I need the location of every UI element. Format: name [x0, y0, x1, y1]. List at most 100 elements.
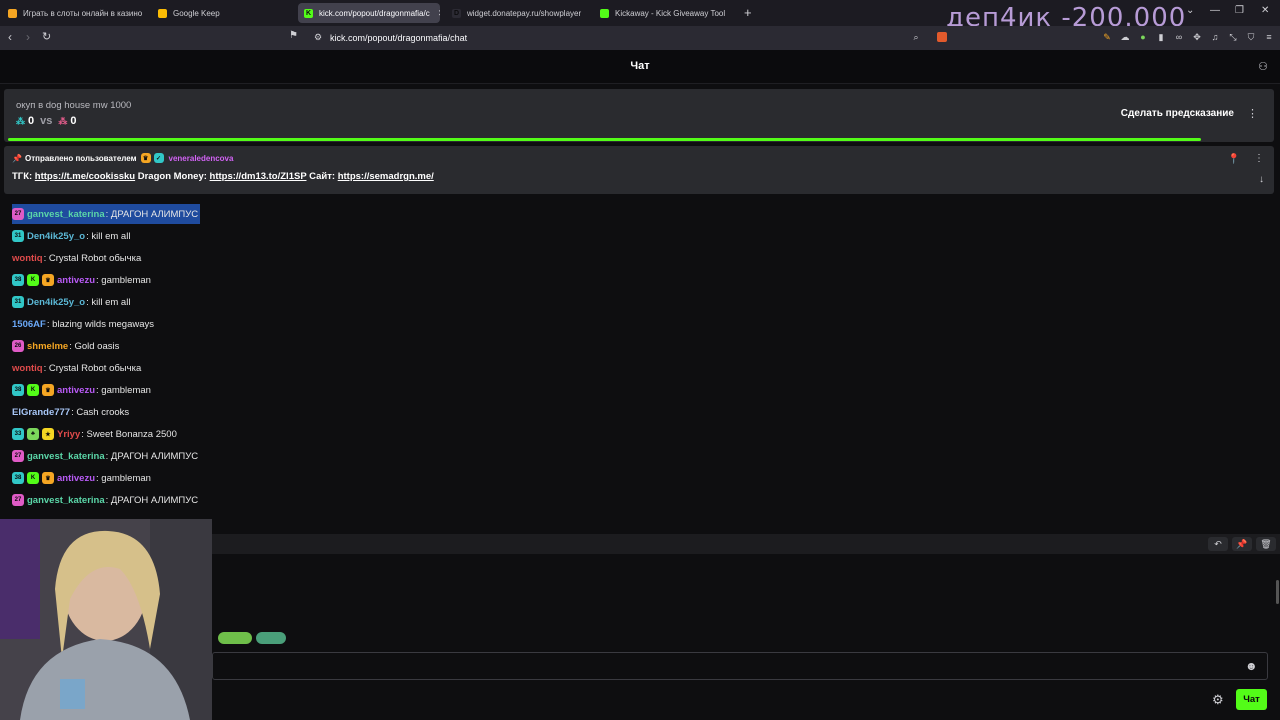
maximize-icon[interactable]: ❐ [1235, 5, 1244, 16]
user-badge-icon: 38 [12, 472, 24, 484]
puzzle-extension-icon[interactable]: ✥ [1192, 32, 1202, 42]
expand-down-icon[interactable]: ↓ [1259, 174, 1264, 185]
chat-username[interactable]: wontiq [12, 253, 43, 264]
chat-message-text: Crystal Robot обычка [48, 252, 142, 264]
brave-shield-icon[interactable] [937, 32, 947, 42]
kickaway-favicon-icon [600, 8, 609, 18]
chat-username[interactable]: Den4ik25y_o [27, 231, 85, 242]
user-badge-icon: ♛ [42, 274, 54, 286]
new-tab-button[interactable]: + [744, 5, 752, 20]
chat-username[interactable]: antivezu [57, 473, 95, 484]
pinned-more-icon[interactable]: ⋮ [1254, 153, 1264, 164]
chat-message: 38 K ♛ antivezu: gambleman [12, 270, 151, 290]
more-options-icon[interactable]: ⋮ [1247, 107, 1258, 120]
chat-message: 27 ganvest_katerina: ДРАГОН АЛИМПУС [12, 490, 198, 510]
green-extension-icon[interactable]: ● [1138, 32, 1148, 42]
tab-label: Играть в слоты онлайн в казино [23, 8, 143, 18]
right-score: 0 [70, 115, 77, 127]
users-icon[interactable]: ⚇ [1258, 60, 1268, 73]
pinned-text: ТГК: https://t.me/cookissku Dragon Money… [12, 171, 434, 182]
frog-emote-icon[interactable] [256, 632, 286, 644]
chat-message-text: ДРАГОН АЛИМПУС [110, 450, 199, 462]
chat-username[interactable]: ganvest_katerina [27, 209, 105, 220]
chat-username[interactable]: ganvest_katerina [27, 495, 105, 506]
bar-extension-icon[interactable]: ▮ [1156, 32, 1166, 42]
tab-kick-chat[interactable]: K kick.com/popout/dragonmafia/c ✕ [298, 3, 440, 23]
chat-scrollbar[interactable] [1276, 580, 1279, 604]
user-badge-icon: K [27, 472, 39, 484]
team-left-icon: ⁂ [16, 115, 25, 126]
send-chat-button[interactable]: Чат [1236, 689, 1267, 710]
bookmark-icon[interactable]: ⚑ [289, 30, 298, 41]
user-badge-icon: 31 [12, 230, 24, 242]
chat-message-text: kill em all [91, 230, 131, 242]
shield-icon[interactable]: ⛉ [1246, 32, 1256, 42]
tab-label: widget.donatepay.ru/showplayer [467, 8, 582, 18]
chat-message-text: Cash crooks [76, 406, 130, 418]
tab-label: Google Keep [173, 8, 220, 18]
chat-username[interactable]: Den4ik25y_o [27, 297, 85, 308]
chat-username[interactable]: shmelme [27, 341, 68, 352]
user-badge-icon: 26 [12, 340, 24, 352]
close-window-icon[interactable]: ✕ [1261, 5, 1269, 16]
minimize-icon[interactable]: — [1210, 5, 1220, 16]
left-score: 0 [28, 115, 35, 127]
forward-icon[interactable]: › [26, 30, 30, 44]
user-badge-icon: ♣ [27, 428, 39, 440]
chat-username[interactable]: antivezu [57, 385, 95, 396]
tab-google-keep[interactable]: Google Keep [152, 3, 292, 23]
delete-icon[interactable]: 🗑 [1256, 537, 1276, 551]
verified-badge-icon: ✓ [153, 153, 164, 163]
user-badge-icon: 38 [12, 384, 24, 396]
address-bar[interactable]: ⚙ kick.com/popout/dragonmafia/chat [300, 29, 930, 47]
chat-username[interactable]: ElGrande777 [12, 407, 70, 418]
back-icon[interactable]: ‹ [8, 30, 12, 44]
telegram-link[interactable]: https://t.me/cookissku [35, 171, 135, 182]
user-badge-icon: ♛ [42, 384, 54, 396]
chat-message: 31 Den4ik25y_o: kill em all [12, 292, 130, 312]
chat-username[interactable]: wontiq [12, 363, 43, 374]
chat-message: 1506AF: blazing wilds megaways [12, 314, 154, 334]
make-prediction-button[interactable]: Сделать предсказание [1121, 108, 1234, 119]
chat-username[interactable]: 1506AF [12, 319, 46, 330]
chat-input[interactable] [213, 653, 1213, 679]
chat-username[interactable]: antivezu [57, 275, 95, 286]
music-extension-icon[interactable]: ♫ [1210, 32, 1220, 42]
chat-message-text: ДРАГОН АЛИМПУС [110, 494, 199, 506]
unpin-icon[interactable]: 📍 [1228, 154, 1240, 165]
pin-icon: 📌 [12, 153, 22, 163]
tab-casino[interactable]: Играть в слоты онлайн в казино [2, 3, 150, 23]
glasses-extension-icon[interactable]: ∞ [1174, 32, 1184, 42]
pin-action-icon[interactable]: 📌 [1232, 537, 1252, 551]
tab-donatepay[interactable]: D widget.donatepay.ru/showplayer [446, 3, 590, 23]
compress-extension-icon[interactable]: ⤡ [1228, 32, 1238, 42]
dragon-money-link[interactable]: https://dm13.to/ZI1SP [210, 171, 307, 182]
site-link[interactable]: https://semadrgn.me/ [338, 171, 434, 182]
cloud-extension-icon[interactable]: ☁ [1120, 32, 1130, 42]
url-text: kick.com/popout/dragonmafia/chat [330, 33, 468, 43]
settings-gear-icon[interactable]: ⚙ [1212, 692, 1224, 708]
reload-icon[interactable]: ↻ [42, 30, 51, 43]
undo-icon[interactable]: ↶ [1208, 537, 1228, 551]
menu-icon[interactable]: ≡ [1264, 32, 1274, 42]
pinned-username[interactable]: veneraledencova [169, 154, 234, 163]
chat-username[interactable]: Yriyy [57, 429, 80, 440]
team-right-icon: ⁂ [58, 115, 68, 126]
frog-eyes-emote-icon[interactable] [218, 632, 252, 644]
chat-message: 26 shmelme: Gold oasis [12, 336, 119, 356]
chat-input-box[interactable] [212, 652, 1268, 680]
prediction-question: окуп в dog house mw 1000 [16, 100, 132, 111]
pen-extension-icon[interactable]: ✎ [1102, 32, 1112, 42]
chat-username[interactable]: ganvest_katerina [27, 451, 105, 462]
chat-message: 38 K ♛ antivezu: gambleman [12, 380, 151, 400]
crown-badge-icon: ♛ [140, 153, 151, 163]
emoji-icon[interactable]: ☻ [1245, 659, 1258, 673]
chat-message: wontiq: Crystal Robot обычка [12, 358, 141, 378]
user-badge-icon: 31 [12, 296, 24, 308]
tab-kickaway[interactable]: Kickaway - Kick Giveaway Tool [594, 3, 738, 23]
prediction-card: окуп в dog house mw 1000 ⁂ 0 vs ⁂ 0 Сдел… [4, 89, 1274, 142]
zoom-icon[interactable]: ⌕ [911, 32, 921, 42]
site-info-icon[interactable]: ⚙ [314, 32, 322, 43]
close-tab-icon[interactable]: ✕ [438, 8, 440, 19]
tab-list-chevron-icon[interactable]: ⌄ [1186, 5, 1194, 16]
